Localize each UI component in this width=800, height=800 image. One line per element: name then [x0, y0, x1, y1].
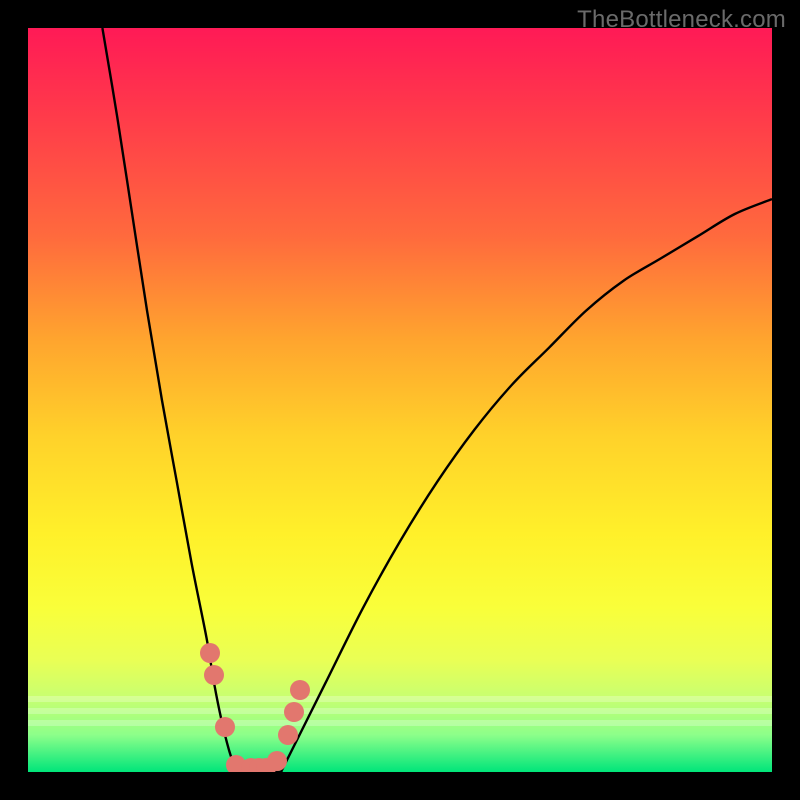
gradient-background — [28, 28, 772, 772]
gradient-band — [28, 696, 772, 702]
gradient-band — [28, 720, 772, 726]
curve-marker — [290, 680, 310, 700]
gradient-band — [28, 708, 772, 714]
watermark-text: TheBottleneck.com — [577, 6, 786, 34]
curve-marker — [267, 751, 287, 771]
plot-area — [28, 28, 772, 772]
